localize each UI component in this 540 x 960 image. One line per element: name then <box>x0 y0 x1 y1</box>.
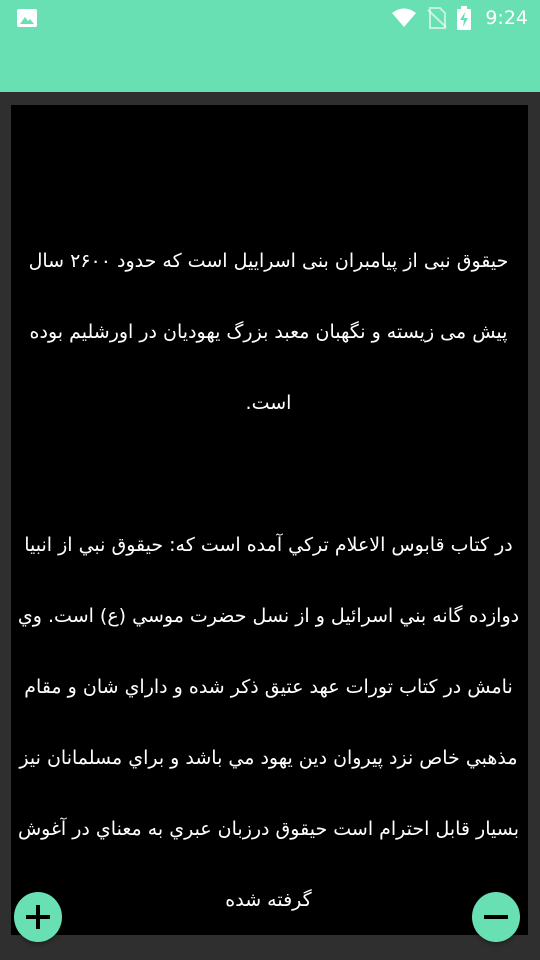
battery-charging-icon <box>457 6 472 30</box>
app-bar <box>0 36 540 92</box>
wifi-icon <box>391 8 417 28</box>
paragraph-1: حیقوق نبی از پیامبران بنی اسراییل است که… <box>28 250 509 414</box>
status-bar: 9:24 <box>0 0 540 36</box>
increase-font-button[interactable] <box>14 892 62 942</box>
no-sim-icon <box>427 7 448 29</box>
status-icons: 9:24 <box>391 0 528 36</box>
status-time: 9:24 <box>485 7 528 29</box>
text-content-area[interactable]: حیقوق نبی از پیامبران بنی اسراییل است که… <box>11 105 528 935</box>
decrease-font-button[interactable] <box>472 892 520 942</box>
minus-icon <box>484 905 508 929</box>
image-icon <box>16 8 38 28</box>
paragraph-2: در كتاب قابوس الاعلام تركي آمده است كه: … <box>17 534 520 911</box>
plus-icon <box>26 905 50 929</box>
